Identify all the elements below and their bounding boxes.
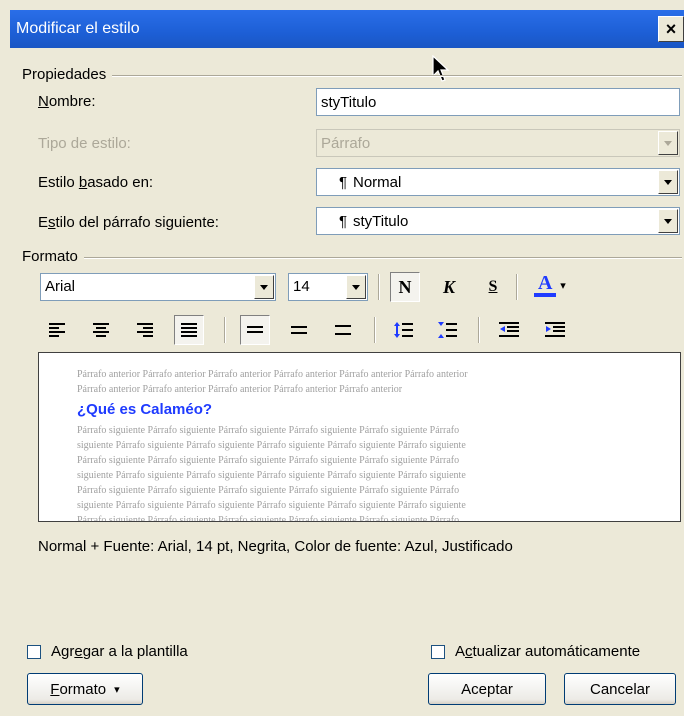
- justify-icon: [181, 323, 197, 337]
- title-bar[interactable]: Modificar el estilo ×: [10, 10, 684, 48]
- style-preview: Párrafo anterior Párrafo anterior Párraf…: [38, 352, 681, 522]
- properties-group-label: Propiedades: [22, 66, 113, 83]
- preview-line: Párrafo siguiente Párrafo siguiente Párr…: [77, 425, 460, 436]
- space-before-icon: [394, 322, 413, 338]
- preview-next-paragraph: Párrafo siguiente Párrafo siguiente Párr…: [77, 423, 637, 522]
- format-divider: [24, 257, 682, 259]
- space-before-button[interactable]: [388, 315, 418, 345]
- style-type-label: Tipo de estilo:: [38, 135, 131, 152]
- space-after-button[interactable]: [432, 315, 462, 345]
- mouse-cursor-icon: [432, 55, 450, 82]
- align-right-button[interactable]: [130, 315, 160, 345]
- style-type-select: Párrafo: [316, 129, 680, 157]
- font-size-select[interactable]: 14: [288, 273, 368, 301]
- single-spacing-icon: [247, 326, 263, 333]
- paragraph-mark-icon: ¶: [339, 174, 348, 191]
- auto-update-checkbox[interactable]: [431, 645, 445, 659]
- based-on-label: Estilo basado en:: [38, 174, 154, 191]
- style-description: Normal + Fuente: Arial, 14 pt, Negrita, …: [38, 538, 513, 555]
- single-spacing-button[interactable]: [240, 315, 270, 345]
- align-right-icon: [137, 323, 153, 337]
- add-to-template-checkbox[interactable]: [27, 645, 41, 659]
- preview-line: Párrafo anterior Párrafo anterior Párraf…: [77, 384, 403, 395]
- one-half-spacing-button[interactable]: [284, 315, 314, 345]
- toolbar-separator: [374, 317, 376, 343]
- one-half-spacing-icon: [291, 326, 307, 334]
- font-color-icon: A: [534, 273, 557, 297]
- properties-divider: [24, 75, 682, 77]
- auto-update-label: Actualizar automáticamente: [455, 643, 641, 660]
- next-style-value: styTitulo: [353, 213, 409, 230]
- underline-icon: S: [488, 278, 498, 295]
- toolbar-separator: [224, 317, 226, 343]
- toolbar-separator: [378, 274, 380, 300]
- preview-previous-paragraph: Párrafo anterior Párrafo anterior Párraf…: [77, 367, 637, 397]
- name-label: Nombre:: [38, 93, 96, 110]
- next-style-select[interactable]: ¶ styTitulo: [316, 207, 680, 235]
- space-after-icon: [438, 322, 457, 338]
- preview-line: siguiente Párrafo siguiente Párrafo sigu…: [77, 500, 466, 511]
- double-spacing-button[interactable]: [328, 315, 358, 345]
- preview-line: Párrafo siguiente Párrafo siguiente Párr…: [77, 515, 460, 522]
- italic-button[interactable]: K: [434, 272, 464, 302]
- preview-line: siguiente Párrafo siguiente Párrafo sigu…: [77, 470, 466, 481]
- next-style-label: Estilo del párrafo siguiente:: [38, 214, 219, 231]
- preview-heading: ¿Qué es Calaméo?: [77, 401, 213, 418]
- accept-button[interactable]: Aceptar: [428, 673, 546, 705]
- preview-line: Párrafo siguiente Párrafo siguiente Párr…: [77, 485, 460, 496]
- dialog-title: Modificar el estilo: [16, 20, 140, 37]
- based-on-select[interactable]: ¶ Normal: [316, 168, 680, 196]
- preview-line: Párrafo siguiente Párrafo siguiente Párr…: [77, 455, 460, 466]
- format-menu-button[interactable]: Formato ▾: [27, 673, 143, 705]
- based-on-value: Normal: [353, 174, 402, 191]
- align-left-button[interactable]: [42, 315, 72, 345]
- format-group-label: Formato: [22, 248, 84, 265]
- toolbar-separator: [478, 317, 480, 343]
- format-button-label: Formato: [50, 680, 107, 698]
- add-to-template-label: Agregar a la plantilla: [51, 643, 188, 660]
- italic-icon: K: [442, 276, 455, 297]
- increase-indent-button[interactable]: [540, 315, 570, 345]
- decrease-indent-button[interactable]: [494, 315, 524, 345]
- align-center-button[interactable]: [86, 315, 116, 345]
- paragraph-mark-icon: ¶: [339, 213, 348, 230]
- next-style-dropdown-icon[interactable]: [658, 209, 678, 233]
- toolbar-separator: [516, 274, 518, 300]
- increase-indent-icon: [545, 322, 565, 337]
- bold-button[interactable]: N: [390, 272, 420, 302]
- preview-line: siguiente Párrafo siguiente Párrafo sigu…: [77, 440, 466, 451]
- double-spacing-icon: [335, 325, 351, 335]
- align-center-icon: [93, 323, 109, 337]
- based-on-dropdown-icon[interactable]: [658, 170, 678, 194]
- font-dropdown-icon[interactable]: [254, 275, 274, 299]
- name-input[interactable]: styTitulo: [316, 88, 680, 116]
- underline-button[interactable]: S: [478, 272, 508, 302]
- close-button[interactable]: ×: [658, 16, 684, 42]
- chevron-down-icon: ▾: [560, 279, 566, 292]
- modify-style-dialog: Modificar el estilo × Propiedades Nombre…: [0, 0, 684, 716]
- chevron-down-icon: ▾: [114, 683, 120, 696]
- font-select[interactable]: Arial: [40, 273, 276, 301]
- font-size-dropdown-icon[interactable]: [346, 275, 366, 299]
- decrease-indent-icon: [499, 322, 519, 337]
- bold-icon: N: [398, 276, 412, 297]
- preview-line: Párrafo anterior Párrafo anterior Párraf…: [77, 369, 468, 380]
- justify-button[interactable]: [174, 315, 204, 345]
- font-color-button[interactable]: A ▾: [526, 270, 574, 300]
- style-type-dropdown-icon: [658, 131, 678, 155]
- cancel-button[interactable]: Cancelar: [564, 673, 676, 705]
- close-icon: ×: [665, 19, 677, 39]
- align-left-icon: [49, 323, 65, 337]
